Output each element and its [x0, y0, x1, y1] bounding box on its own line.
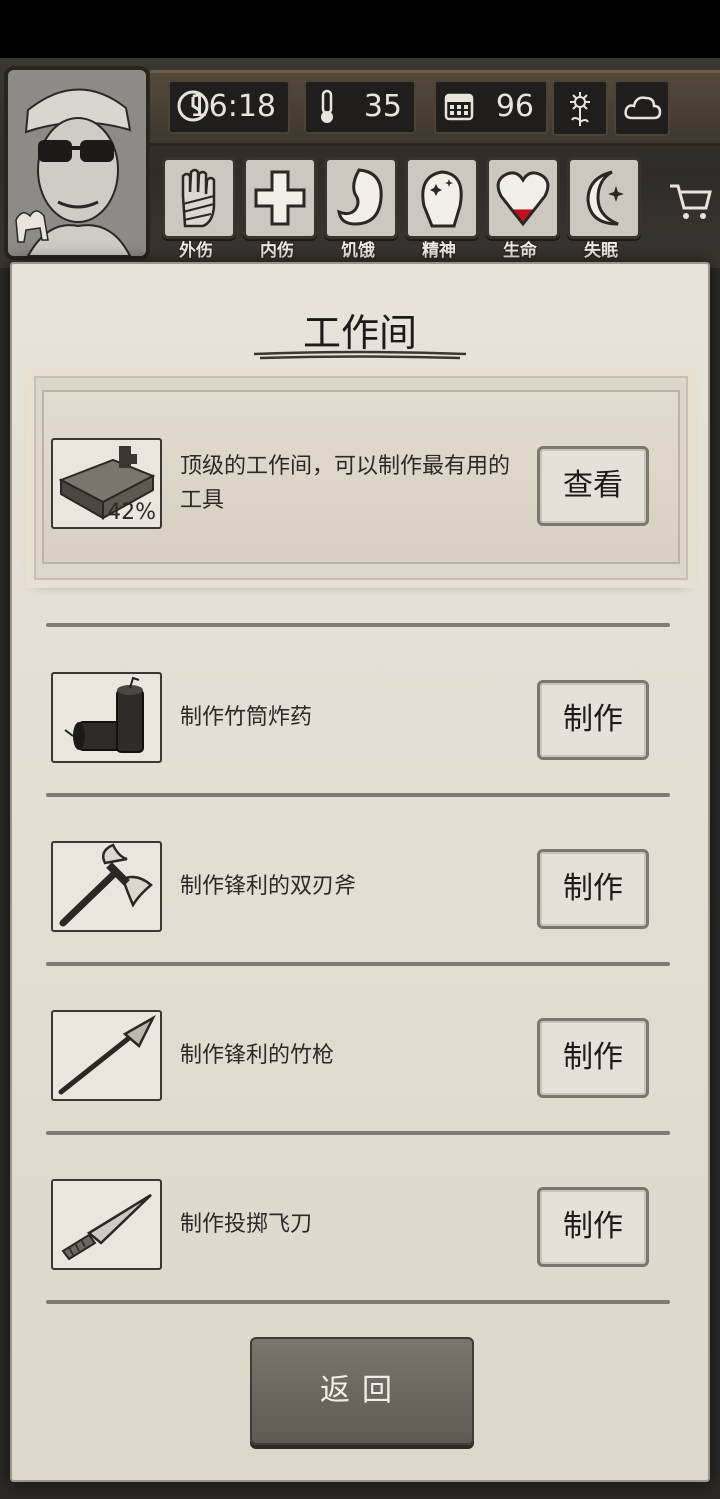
- craft-button[interactable]: 制作: [537, 849, 649, 929]
- temperature-value: 35: [363, 89, 402, 124]
- head-sparkle-icon: [421, 170, 463, 228]
- title-underline: [253, 350, 467, 360]
- status-label-mental: 精神: [422, 241, 456, 261]
- recipe-thumbnail: [51, 841, 162, 932]
- weather-indicator[interactable]: [614, 80, 670, 136]
- bandaged-hand-icon: [181, 168, 216, 228]
- moon-star-icon: [586, 170, 624, 226]
- status-label-insomnia: 失眠: [584, 241, 618, 261]
- recipe-label: 制作投掷飞刀: [180, 1212, 313, 1237]
- status-mental[interactable]: [405, 157, 479, 239]
- thermometer-icon: [321, 89, 333, 123]
- status-label-wound: 外伤: [179, 241, 213, 261]
- status-internal-injury[interactable]: [243, 157, 317, 239]
- view-button[interactable]: 查看: [537, 446, 649, 526]
- status-health[interactable]: [486, 157, 560, 239]
- recipe-label: 制作锋利的双刃斧: [180, 874, 357, 899]
- calendar-icon: [444, 93, 474, 121]
- shopping-cart-icon: [670, 184, 712, 219]
- row-divider: [46, 793, 670, 797]
- status-label-hunger: 饥饿: [341, 241, 375, 261]
- time-display: 16:18: [168, 80, 290, 134]
- health-level-fill: [498, 209, 548, 224]
- bamboo-dynamite-icon: [64, 676, 144, 753]
- featured-progress: 42%: [107, 500, 156, 525]
- featured-thumbnail: 42%: [51, 438, 162, 529]
- status-label-internal-injury: 内伤: [260, 241, 294, 261]
- back-button[interactable]: 返回: [250, 1337, 474, 1445]
- day-value: 96: [495, 89, 534, 124]
- temperature-display: 35: [304, 80, 416, 134]
- day-counter: 96: [434, 80, 548, 134]
- row-divider: [46, 1300, 670, 1304]
- avatar[interactable]: [4, 66, 150, 260]
- cloud-icon: [624, 96, 662, 120]
- recipe-label: 制作竹筒炸药: [180, 705, 313, 730]
- sunflower-indicator[interactable]: [552, 80, 608, 136]
- recipe-thumbnail: [51, 1010, 162, 1101]
- character-portrait-icon: [8, 70, 146, 256]
- featured-description: 顶级的工作间，可以制作最有用的工具: [180, 454, 511, 513]
- status-bar: [0, 0, 720, 58]
- heart-icon: [496, 171, 550, 227]
- status-insomnia[interactable]: [567, 157, 641, 239]
- recipe-thumbnail: [51, 1179, 162, 1270]
- shop-cart-button[interactable]: [668, 182, 712, 226]
- row-divider: [46, 623, 670, 627]
- status-label-health: 生命: [503, 241, 537, 261]
- time-value: 16:18: [189, 89, 276, 124]
- double-axe-icon: [59, 843, 153, 927]
- sunflower-icon: [570, 92, 590, 126]
- recipe-thumbnail: [51, 672, 162, 763]
- throwing-knife-icon: [61, 1193, 152, 1261]
- craft-button[interactable]: 制作: [537, 1018, 649, 1098]
- status-wound[interactable]: [162, 157, 236, 239]
- cross-icon: [254, 170, 306, 226]
- bamboo-spear-icon: [58, 1014, 156, 1095]
- row-divider: [46, 962, 670, 966]
- status-hunger[interactable]: [324, 157, 398, 239]
- row-divider: [46, 1131, 670, 1135]
- recipe-label: 制作锋利的竹枪: [180, 1043, 335, 1068]
- stomach-icon: [337, 168, 383, 226]
- craft-button[interactable]: 制作: [537, 1187, 649, 1267]
- craft-button[interactable]: 制作: [537, 680, 649, 760]
